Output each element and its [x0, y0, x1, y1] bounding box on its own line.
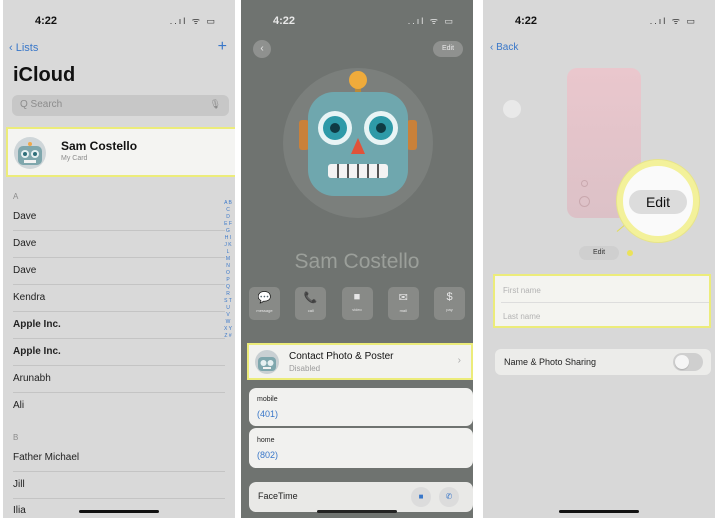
- back-link[interactable]: ‹ Back: [490, 42, 518, 53]
- status-icons: ..ıl ᯤ ▭: [407, 16, 455, 26]
- list-item[interactable]: Arunabh: [13, 373, 51, 384]
- sharing-label: Name & Photo Sharing: [504, 357, 597, 367]
- pay-icon: $: [446, 291, 453, 303]
- add-contact-button[interactable]: +: [218, 38, 227, 56]
- mail-icon: ✉: [398, 292, 408, 304]
- list-item[interactable]: Dave: [13, 211, 36, 222]
- contact-photo-title: Contact Photo & Poster: [289, 351, 394, 362]
- divider: [13, 471, 225, 472]
- last-name-field[interactable]: [503, 307, 703, 325]
- search-placeholder: Q Search: [20, 99, 63, 110]
- home-indicator[interactable]: [79, 510, 159, 513]
- robot-avatar-icon: [14, 137, 46, 169]
- status-bar: 4:22 ..ıl ᯤ ▭: [241, 0, 473, 40]
- facetime-row: FaceTime ■ ✆: [249, 482, 473, 512]
- list-item[interactable]: Dave: [13, 238, 36, 249]
- photo-placeholder: [503, 100, 521, 118]
- edit-button-magnified[interactable]: Edit: [629, 190, 687, 214]
- facetime-video-icon[interactable]: ■: [411, 487, 431, 507]
- call-label: call: [307, 308, 314, 313]
- poster-contact-name: Sam Costello: [294, 250, 420, 273]
- section-header-a: A: [13, 192, 19, 201]
- divider: [13, 338, 225, 339]
- my-card-row[interactable]: Sam Costello My Card: [6, 127, 235, 177]
- list-item[interactable]: Jill: [13, 479, 25, 490]
- edit-contact-screen: 4:22 ..ıl ᯤ ▭ ‹ Back Edit Edit Name & Ph…: [483, 0, 715, 518]
- call-icon: 📞: [303, 292, 318, 304]
- mail-button[interactable]: ✉ mail: [387, 287, 419, 320]
- divider: [13, 284, 225, 285]
- list-item[interactable]: Father Michael: [13, 452, 79, 463]
- section-header-b: B: [13, 433, 19, 442]
- divider: [13, 392, 225, 393]
- list-item[interactable]: Apple Inc.: [13, 346, 61, 357]
- mail-label: mail: [399, 308, 407, 313]
- call-button[interactable]: 📞 call: [295, 287, 327, 320]
- status-bar: 4:22 ..ıl ᯤ ▭: [483, 0, 715, 40]
- divider: [13, 257, 225, 258]
- status-time: 4:22: [35, 15, 58, 27]
- chevron-right-icon: ›: [457, 355, 461, 366]
- first-name-field[interactable]: [503, 281, 703, 299]
- decoration: [581, 180, 588, 187]
- contact-photo-poster-row[interactable]: Contact Photo & Poster Disabled ›: [247, 343, 473, 380]
- divider: [501, 302, 709, 303]
- mobile-number-card[interactable]: mobile (401): [249, 388, 473, 426]
- divider: [13, 311, 225, 312]
- home-number-card[interactable]: home (802): [249, 428, 473, 468]
- home-indicator[interactable]: [317, 510, 397, 513]
- list-item[interactable]: Ilia: [13, 505, 26, 516]
- sharing-toggle[interactable]: [673, 353, 703, 371]
- list-item[interactable]: Ali: [13, 400, 24, 411]
- contact-photo-status: Disabled: [289, 364, 321, 373]
- facetime-audio-icon[interactable]: ✆: [439, 487, 459, 507]
- home-label: home: [257, 437, 275, 444]
- name-fields-group: [493, 274, 711, 328]
- search-input[interactable]: Q Search 🎙: [12, 95, 229, 116]
- page-title: iCloud: [13, 64, 76, 86]
- divider: [13, 498, 225, 499]
- alphabet-index[interactable]: A B C D E F G H I J K L M N O P Q R S T …: [224, 200, 232, 340]
- video-icon: ■: [353, 291, 361, 303]
- home-value[interactable]: (802): [257, 450, 278, 460]
- name-photo-sharing-row: Name & Photo Sharing: [495, 349, 711, 375]
- mobile-label: mobile: [257, 396, 278, 403]
- toggle-knob: [675, 355, 689, 369]
- video-button[interactable]: ■ video: [341, 287, 373, 320]
- callout-dot: [627, 250, 633, 256]
- back-button[interactable]: ‹: [253, 40, 271, 58]
- divider: [13, 365, 225, 366]
- lists-back-link[interactable]: ‹ Lists: [9, 42, 38, 54]
- pay-label: pay: [446, 307, 453, 312]
- robot-poster-icon: [283, 68, 433, 218]
- video-label: video: [352, 307, 362, 312]
- status-icons: ..ıl ᯤ ▭: [169, 16, 217, 26]
- mic-icon[interactable]: 🎙: [210, 99, 221, 110]
- home-indicator[interactable]: [559, 510, 639, 513]
- mobile-value[interactable]: (401): [257, 409, 278, 419]
- status-icons: ..ıl ᯤ ▭: [649, 16, 697, 26]
- pay-button[interactable]: $ pay: [434, 287, 465, 320]
- facetime-label: FaceTime: [258, 491, 298, 501]
- list-item[interactable]: Apple Inc.: [13, 319, 61, 330]
- message-button[interactable]: 💬 message: [249, 287, 280, 320]
- divider: [13, 230, 225, 231]
- my-card-name: Sam Costello: [61, 139, 138, 153]
- list-item[interactable]: Kendra: [13, 292, 45, 303]
- contacts-list-screen: 4:22 ..ıl ᯤ ▭ ‹ Lists + iCloud Q Search …: [3, 0, 235, 518]
- edit-button[interactable]: Edit: [433, 41, 463, 57]
- edit-photo-button[interactable]: Edit: [579, 246, 619, 260]
- contact-detail-screen: 4:22 ..ıl ᯤ ▭ ‹ Edit Sam Costello 💬 mess…: [241, 0, 473, 518]
- zoom-callout: Edit: [617, 160, 699, 242]
- my-card-subtitle: My Card: [61, 155, 88, 162]
- list-item[interactable]: Dave: [13, 265, 36, 276]
- status-bar: 4:22 ..ıl ᯤ ▭: [3, 0, 235, 40]
- robot-avatar-icon: [255, 350, 279, 374]
- message-icon: 💬: [257, 292, 272, 304]
- quick-actions-bar: 💬 message 📞 call ■ video ✉ mail $ pay: [249, 287, 465, 323]
- decoration: [579, 196, 590, 207]
- status-time: 4:22: [273, 15, 296, 27]
- status-time: 4:22: [515, 15, 538, 27]
- message-label: message: [256, 308, 273, 313]
